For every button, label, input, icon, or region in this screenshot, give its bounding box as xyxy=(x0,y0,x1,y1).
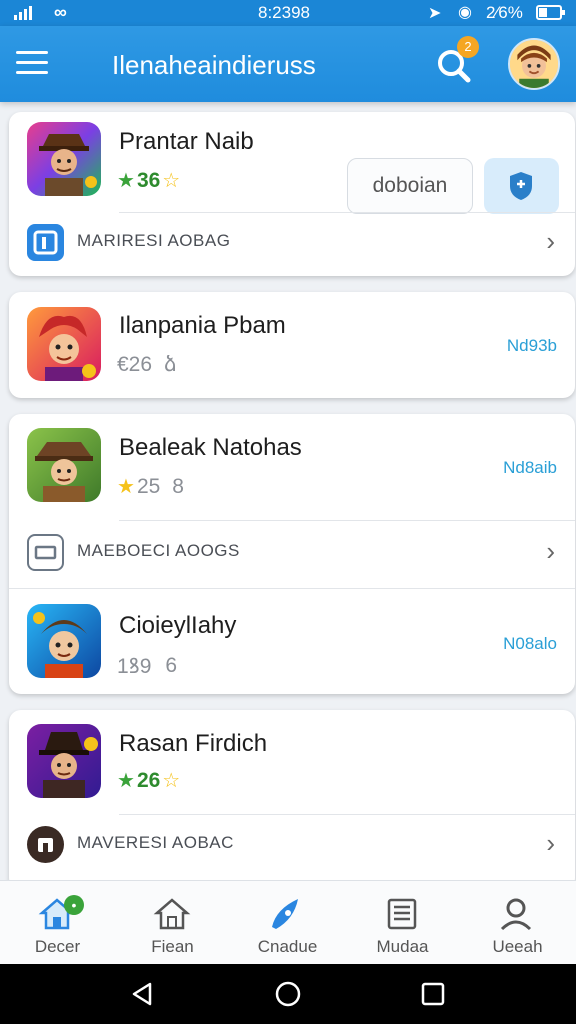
star-icon: ★ xyxy=(117,170,135,192)
rating-value: 25 xyxy=(136,474,161,498)
game-action-link[interactable]: N08alo xyxy=(503,634,557,654)
game-icon xyxy=(27,307,101,381)
sub-row-label: MAEBOECI AOOGS xyxy=(77,541,240,560)
nav-label: Mudaa xyxy=(376,937,429,956)
window-icon xyxy=(27,534,64,571)
game-icon xyxy=(27,724,101,798)
sub-row-label: MARIRESI AOBAG xyxy=(77,231,231,250)
protect-button[interactable] xyxy=(484,158,559,214)
game-title: Rasan Firdich xyxy=(119,730,268,757)
app-bar: Ilenaheaindieruss 2 xyxy=(0,26,576,102)
sub-row[interactable]: MAEBOECI AOOGS › xyxy=(9,522,575,582)
bottom-nav: • Decer Fiean Cnadue Mudaa Ueeah xyxy=(0,880,576,964)
battery-percent: 2⁄6% xyxy=(486,3,523,22)
nav-label: Cnadue xyxy=(257,937,318,956)
game-action-link[interactable]: Nd8aib xyxy=(503,458,557,478)
star-outline-icon: ☆ xyxy=(162,770,181,792)
nav-label: Ueeah xyxy=(492,937,543,956)
game-rating: ★ 25 8 xyxy=(117,474,184,499)
download-button[interactable]: doboian xyxy=(347,158,473,214)
game-icon xyxy=(27,604,101,678)
star-icon: ★ xyxy=(117,770,135,792)
game-card-1: Prantar Naib ★ 36 ☆ doboian MARIRESI AOB… xyxy=(9,112,575,276)
game-icon xyxy=(27,122,101,196)
rating-value: €26 xyxy=(117,352,153,376)
nav-item-ueeah[interactable]: Ueeah xyxy=(460,881,575,965)
system-nav-bar xyxy=(0,964,576,1024)
app-icon xyxy=(27,224,64,261)
sub-row[interactable]: MARIRESI AOBAG › xyxy=(9,212,575,272)
chevron-right-icon: › xyxy=(546,828,555,858)
sub-row-label: MAVERESI AOBAC xyxy=(77,833,234,852)
notification-badge: 2 xyxy=(457,36,479,58)
rocket-icon xyxy=(272,899,298,929)
rating-extra: ձ xyxy=(164,353,177,376)
game-title: CioieylIahy xyxy=(119,612,237,639)
status-bar: ∞ 8:2398 ➤ ◉ 2⁄6% xyxy=(0,0,576,26)
nav-item-fiean[interactable]: Fiean xyxy=(115,881,230,965)
nav-item-decer[interactable]: • Decer xyxy=(0,881,115,965)
shield-icon xyxy=(510,172,532,200)
game-card-4: Rasan Firdich ★ 26 ☆ MAVERESI AOBAC › xyxy=(9,710,575,890)
rating-value: 1ꝸ9 xyxy=(117,655,152,678)
rating-value: 26 xyxy=(136,768,161,792)
signal-icon xyxy=(14,6,32,20)
profile-icon xyxy=(500,898,532,931)
game-icon xyxy=(27,428,101,502)
game-rating: 1ꝸ9 6 xyxy=(117,652,177,680)
divider xyxy=(9,588,575,589)
home-circle-icon[interactable] xyxy=(274,980,302,1013)
sub-row[interactable]: MAVERESI AOBAC › xyxy=(9,814,575,874)
game-card-3: Bealeak Natohas ★ 25 8 Nd8aib MAEBOECI A… xyxy=(9,414,575,694)
menu-button[interactable] xyxy=(16,51,48,77)
news-icon xyxy=(387,898,417,930)
rating-value: 36 xyxy=(136,168,161,192)
game-rating: ★ 36 ☆ xyxy=(117,168,180,193)
rating-extra: 8 xyxy=(172,474,184,498)
app-title: Ilenaheaindieruss xyxy=(112,50,316,80)
game-action-link[interactable]: Nd93b xyxy=(507,336,557,356)
nav-item-mudaa[interactable]: Mudaa xyxy=(345,881,460,965)
nav-label: Decer xyxy=(34,937,81,956)
app-icon xyxy=(27,826,64,863)
chevron-right-icon: › xyxy=(546,226,555,256)
status-time: 8:2398 xyxy=(258,3,310,22)
star-icon: ★ xyxy=(117,476,135,498)
back-icon[interactable] xyxy=(128,980,156,1013)
nav-notification-dot: • xyxy=(64,895,84,915)
nav-label: Fiean xyxy=(151,937,194,956)
battery-icon xyxy=(536,5,565,20)
game-title: Ilanpania Pbam xyxy=(119,312,286,339)
wifi-icon: ◉ xyxy=(458,4,472,21)
rating-extra: 6 xyxy=(165,654,178,677)
game-title: Prantar Naib xyxy=(119,128,254,155)
location-icon: ➤ xyxy=(428,5,442,22)
game-card-2: Ilanpania Pbam €26 ձ Nd93b xyxy=(9,292,575,398)
chevron-right-icon: › xyxy=(546,536,555,566)
recents-icon[interactable] xyxy=(419,980,447,1013)
nav-item-cnadue[interactable]: Cnadue xyxy=(230,881,345,965)
game-rating: €26 ձ xyxy=(117,352,177,377)
sync-icon: ∞ xyxy=(54,2,67,22)
home-outline-icon xyxy=(153,898,191,930)
star-outline-icon: ☆ xyxy=(162,170,181,192)
game-rating: ★ 26 ☆ xyxy=(117,768,180,793)
divider xyxy=(119,520,575,521)
avatar[interactable] xyxy=(508,38,560,90)
game-title: Bealeak Natohas xyxy=(119,434,302,461)
